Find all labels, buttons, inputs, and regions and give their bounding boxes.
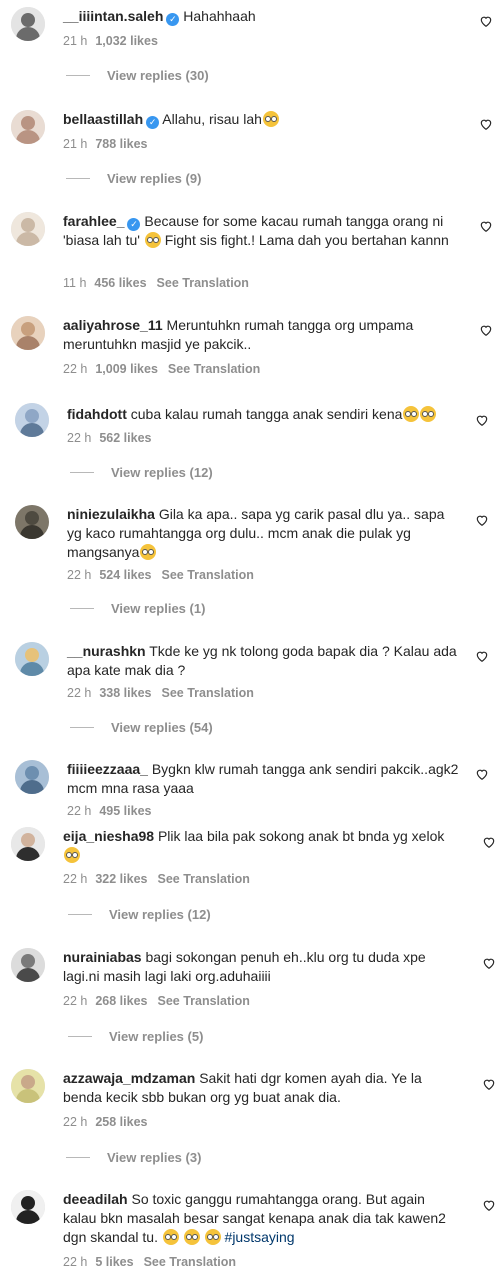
likes-count[interactable]: 1,009 likes (95, 362, 158, 376)
view-replies-button[interactable]: View replies (12) (68, 907, 211, 922)
grin-emoji-icon (162, 1229, 179, 1245)
pensive-emoji-icon (144, 232, 161, 248)
avatar[interactable] (15, 403, 49, 437)
avatar[interactable] (15, 505, 49, 539)
heart-outline-icon[interactable] (482, 956, 496, 970)
eye-roll-emoji-icon (140, 544, 157, 560)
view-replies-button[interactable]: View replies (3) (66, 1150, 201, 1165)
avatar[interactable] (11, 1069, 45, 1103)
verified-badge-icon: ✓ (127, 218, 141, 231)
avatar[interactable] (15, 642, 49, 676)
hashtag-link[interactable]: #justsaying (225, 1229, 295, 1245)
avatar[interactable] (15, 760, 49, 794)
avatar[interactable] (11, 827, 45, 861)
timestamp: 22 h (67, 804, 92, 818)
heart-outline-icon[interactable] (482, 1198, 496, 1212)
username[interactable]: __nurashkn (67, 643, 146, 659)
grinning-sweat-emoji-icon (262, 111, 279, 127)
timestamp: 22 h (67, 431, 92, 445)
avatar[interactable] (11, 316, 45, 350)
view-replies-button[interactable]: View replies (9) (66, 171, 201, 186)
eye-roll-emoji-icon (420, 406, 437, 422)
username[interactable]: fidahdott (67, 406, 127, 422)
timestamp: 22 h (63, 362, 88, 376)
see-translation-link[interactable]: See Translation (161, 568, 253, 582)
see-translation-link[interactable]: See Translation (168, 362, 260, 376)
view-replies-button[interactable]: View replies (1) (70, 601, 205, 616)
likes-count[interactable]: 258 likes (95, 1115, 147, 1129)
username[interactable]: bellaastillah (63, 111, 143, 127)
timestamp: 22 h (63, 1115, 88, 1129)
username[interactable]: fiiiieezzaaa_ (67, 761, 148, 777)
heart-outline-icon[interactable] (475, 513, 489, 527)
comment-text: Plik laa bila pak sokong anak bt bnda yg… (157, 828, 445, 844)
view-replies-button[interactable]: View replies (5) (68, 1029, 203, 1044)
timestamp: 21 h (63, 34, 88, 48)
avatar[interactable] (11, 1190, 45, 1224)
timestamp: 22 h (63, 1255, 88, 1269)
likes-count[interactable]: 338 likes (99, 686, 151, 700)
heart-outline-icon[interactable] (479, 323, 493, 337)
likes-count[interactable]: 322 likes (95, 872, 147, 886)
comment-text: cuba kalau rumah tangga anak sendiri ken… (130, 406, 403, 422)
comment-text: Hahahhaah (183, 8, 256, 24)
username[interactable]: __iiiintan.saleh (63, 8, 163, 24)
likes-count[interactable]: 1,032 likes (95, 34, 158, 48)
username[interactable]: azzawaja_mdzaman (63, 1070, 195, 1086)
see-translation-link[interactable]: See Translation (161, 686, 253, 700)
likes-count[interactable]: 524 likes (99, 568, 151, 582)
see-translation-link[interactable]: See Translation (144, 1255, 236, 1269)
likes-count[interactable]: 268 likes (95, 994, 147, 1008)
heart-outline-icon[interactable] (479, 219, 493, 233)
verified-badge-icon: ✓ (166, 13, 180, 26)
username[interactable]: niniezulaikha (67, 506, 155, 522)
timestamp: 22 h (67, 686, 92, 700)
verified-badge-icon: ✓ (146, 116, 160, 129)
heart-outline-icon[interactable] (475, 413, 489, 427)
avatar[interactable] (11, 110, 45, 144)
username[interactable]: farahlee_ (63, 213, 124, 229)
likes-count[interactable]: 5 likes (95, 1255, 133, 1269)
comment-text: Allahu, risau lah (162, 111, 262, 127)
likes-count[interactable]: 456 likes (94, 276, 146, 290)
avatar[interactable] (11, 212, 45, 246)
heart-outline-icon[interactable] (475, 649, 489, 663)
see-translation-link[interactable]: See Translation (157, 276, 249, 290)
see-translation-link[interactable]: See Translation (157, 994, 249, 1008)
timestamp: 21 h (63, 137, 88, 151)
username[interactable]: eija_niesha98 (63, 828, 154, 844)
heart-outline-icon[interactable] (475, 767, 489, 781)
timestamp: 22 h (67, 568, 92, 582)
view-replies-button[interactable]: View replies (12) (70, 465, 213, 480)
see-translation-link[interactable]: See Translation (157, 872, 249, 886)
heart-outline-icon[interactable] (482, 835, 496, 849)
grin-emoji-icon (204, 1229, 221, 1245)
timestamp: 22 h (63, 872, 88, 886)
username[interactable]: aaliyahrose_11 (63, 317, 163, 333)
likes-count[interactable]: 495 likes (99, 804, 151, 818)
likes-count[interactable]: 788 likes (95, 137, 147, 151)
avatar[interactable] (11, 7, 45, 41)
comment-text-cont: Fight sis fight.! Lama dah you bertahan … (164, 232, 449, 248)
sleepy-emoji-icon (64, 847, 80, 863)
view-replies-button[interactable]: View replies (30) (66, 68, 209, 83)
timestamp: 11 h (63, 276, 87, 290)
view-replies-button[interactable]: View replies (54) (70, 720, 213, 735)
username[interactable]: deeadilah (63, 1191, 128, 1207)
eye-roll-emoji-icon (403, 406, 420, 422)
heart-outline-icon[interactable] (482, 1077, 496, 1091)
timestamp: 22 h (63, 994, 88, 1008)
likes-count[interactable]: 562 likes (99, 431, 151, 445)
heart-outline-icon[interactable] (479, 14, 493, 28)
heart-outline-icon[interactable] (479, 117, 493, 131)
grin-emoji-icon (183, 1229, 200, 1245)
avatar[interactable] (11, 948, 45, 982)
username[interactable]: nurainiabas (63, 949, 142, 965)
